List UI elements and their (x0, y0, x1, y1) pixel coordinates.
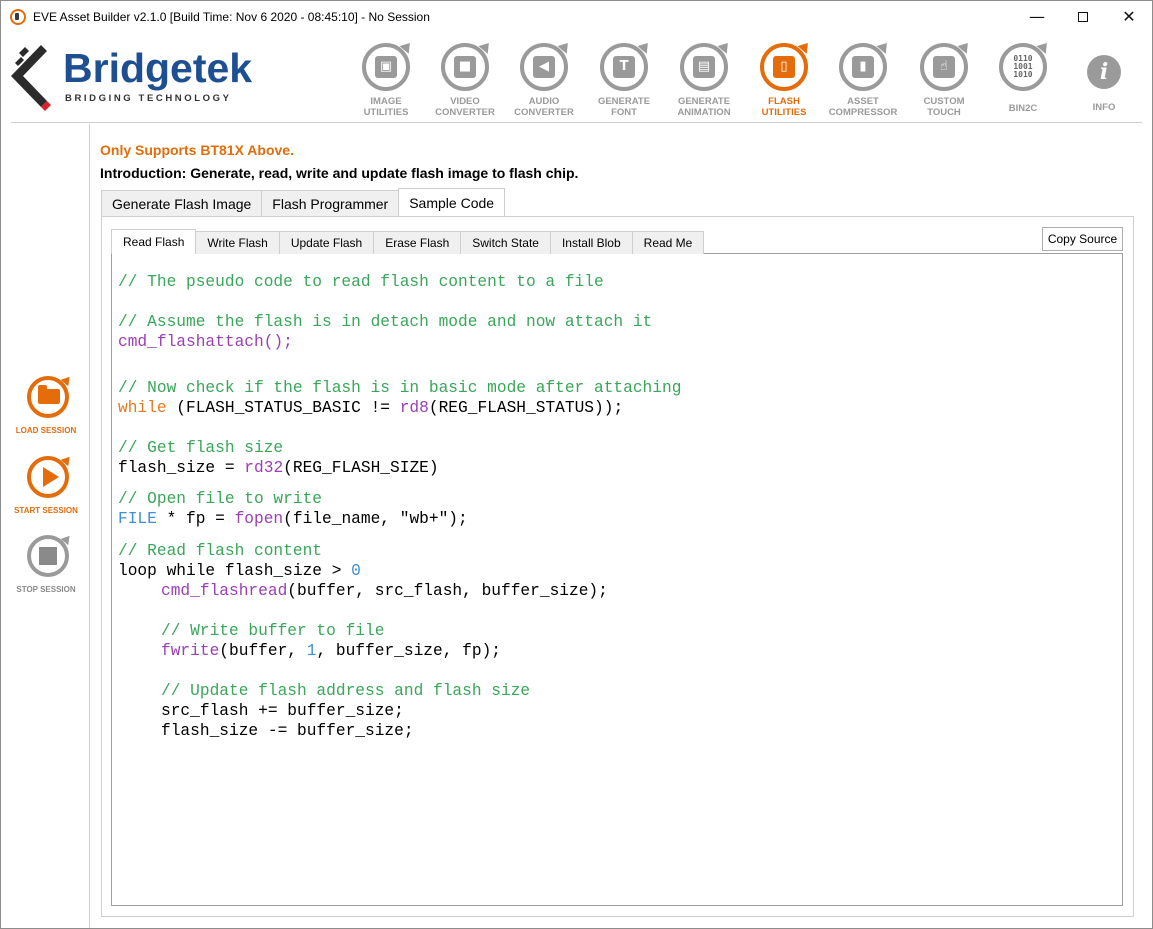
folder-icon (38, 385, 60, 404)
tab-generate-flash-image[interactable]: Generate Flash Image (101, 190, 263, 216)
info-icon: i (1087, 55, 1121, 89)
custom-touch-button[interactable]: ☝ CUSTOM TOUCH (907, 43, 981, 121)
tab-sample-code[interactable]: Sample Code (398, 188, 506, 216)
code-line: loop while flash_size > 0 (118, 562, 361, 580)
sample-code-tabs: Read Flash Write Flash Update Flash Eras… (111, 229, 705, 254)
generate-font-button[interactable]: T GENERATE FONT (587, 43, 661, 121)
code-line: fwrite(buffer, 1, buffer_size, fp); (161, 642, 502, 660)
video-converter-button[interactable]: ■ VIDEO CONVERTER (428, 43, 502, 121)
asset-compressor-button[interactable]: ▮ ASSET COMPRESSOR (826, 43, 900, 121)
tab-flash-programmer[interactable]: Flash Programmer (261, 190, 400, 216)
asset-compressor-icon: ▮ (839, 43, 887, 91)
logo-name: Bridgetek (63, 45, 253, 91)
tab-install-blob[interactable]: Install Blob (549, 231, 633, 254)
minimize-button[interactable]: — (1014, 1, 1060, 32)
code-line: // Write buffer to file (161, 622, 385, 640)
code-line: cmd_flashattach(); (118, 333, 293, 351)
code-line: // Assume the flash is in detach mode an… (118, 313, 653, 331)
custom-touch-icon: ☝ (920, 43, 968, 91)
play-icon (43, 467, 59, 487)
app-window: EVE Asset Builder v2.1.0 [Build Time: No… (0, 0, 1153, 929)
stop-session-button[interactable]: STOP SESSION (6, 535, 86, 605)
tab-erase-flash[interactable]: Erase Flash (373, 231, 462, 254)
generate-font-icon: T (600, 43, 648, 91)
close-button[interactable]: ✕ (1106, 1, 1152, 32)
tab-read-me[interactable]: Read Me (631, 231, 705, 254)
logo-mark-icon (11, 45, 51, 111)
sample-code: // The pseudo code to read flash content… (118, 272, 681, 740)
tab-read-flash[interactable]: Read Flash (111, 229, 197, 254)
code-line: // Read flash content (118, 542, 322, 560)
tab-switch-state[interactable]: Switch State (460, 231, 551, 254)
copy-source-button[interactable]: Copy Source (1042, 227, 1123, 251)
bridgetek-logo: Bridgetek BRIDGING TECHNOLOGY (11, 41, 252, 111)
audio-converter-button[interactable]: ◀ AUDIO CONVERTER (507, 43, 581, 121)
code-line: flash_size = rd32(REG_FLASH_SIZE) (118, 459, 439, 477)
tab-write-flash[interactable]: Write Flash (195, 231, 280, 254)
start-session-icon (27, 456, 69, 498)
flash-tabs: Generate Flash Image Flash Programmer Sa… (101, 188, 506, 216)
flash-utilities-icon: ▯ (760, 43, 808, 91)
load-session-button[interactable]: LOAD SESSION (6, 376, 86, 446)
bin2c-button[interactable]: 0110 1001 1010 BIN2C (986, 43, 1060, 121)
image-utilities-button[interactable]: ▣ IMAGE UTILITIES (349, 43, 423, 121)
video-converter-icon: ■ (441, 43, 489, 91)
header-divider (11, 122, 1142, 123)
app-icon (10, 8, 26, 25)
code-line: // The pseudo code to read flash content… (118, 273, 604, 291)
code-line: // Open file to write (118, 490, 322, 508)
code-line: flash_size -= buffer_size; (161, 722, 414, 740)
introduction-text: Introduction: Generate, read, write and … (100, 165, 579, 181)
window-title: EVE Asset Builder v2.1.0 [Build Time: No… (33, 9, 430, 24)
flash-utilities-button[interactable]: ▯ FLASH UTILITIES (747, 43, 821, 121)
code-line: cmd_flashread(buffer, src_flash, buffer_… (161, 582, 608, 600)
support-notice: Only Supports BT81X Above. (100, 142, 294, 158)
code-line: // Update flash address and flash size (161, 682, 531, 700)
logo-tagline: BRIDGING TECHNOLOGY (65, 93, 232, 104)
generate-animation-button[interactable]: ▤ GENERATE ANIMATION (667, 43, 741, 121)
start-session-button[interactable]: START SESSION (6, 456, 86, 526)
bin2c-icon: 0110 1001 1010 (999, 43, 1047, 91)
code-line: src_flash += buffer_size; (161, 702, 404, 720)
audio-converter-icon: ◀ (520, 43, 568, 91)
image-utilities-icon: ▣ (362, 43, 410, 91)
generate-animation-icon: ▤ (680, 43, 728, 91)
info-button[interactable]: i INFO (1067, 43, 1141, 121)
code-line: // Now check if the flash is in basic mo… (118, 379, 682, 397)
load-session-icon (27, 376, 69, 418)
title-bar: EVE Asset Builder v2.1.0 [Build Time: No… (1, 1, 1152, 32)
code-line: // Get flash size (118, 439, 284, 457)
tab-update-flash[interactable]: Update Flash (278, 231, 375, 254)
stop-session-icon (27, 535, 69, 577)
session-sidebar: LOAD SESSION START SESSION STOP SESSION (1, 124, 90, 928)
code-line: while (FLASH_STATUS_BASIC != rd8(REG_FLA… (118, 399, 624, 417)
stop-icon (39, 547, 57, 565)
maximize-icon (1078, 11, 1088, 22)
maximize-button[interactable] (1060, 1, 1106, 32)
code-line: FILE * fp = fopen(file_name, "wb+"); (118, 510, 468, 528)
